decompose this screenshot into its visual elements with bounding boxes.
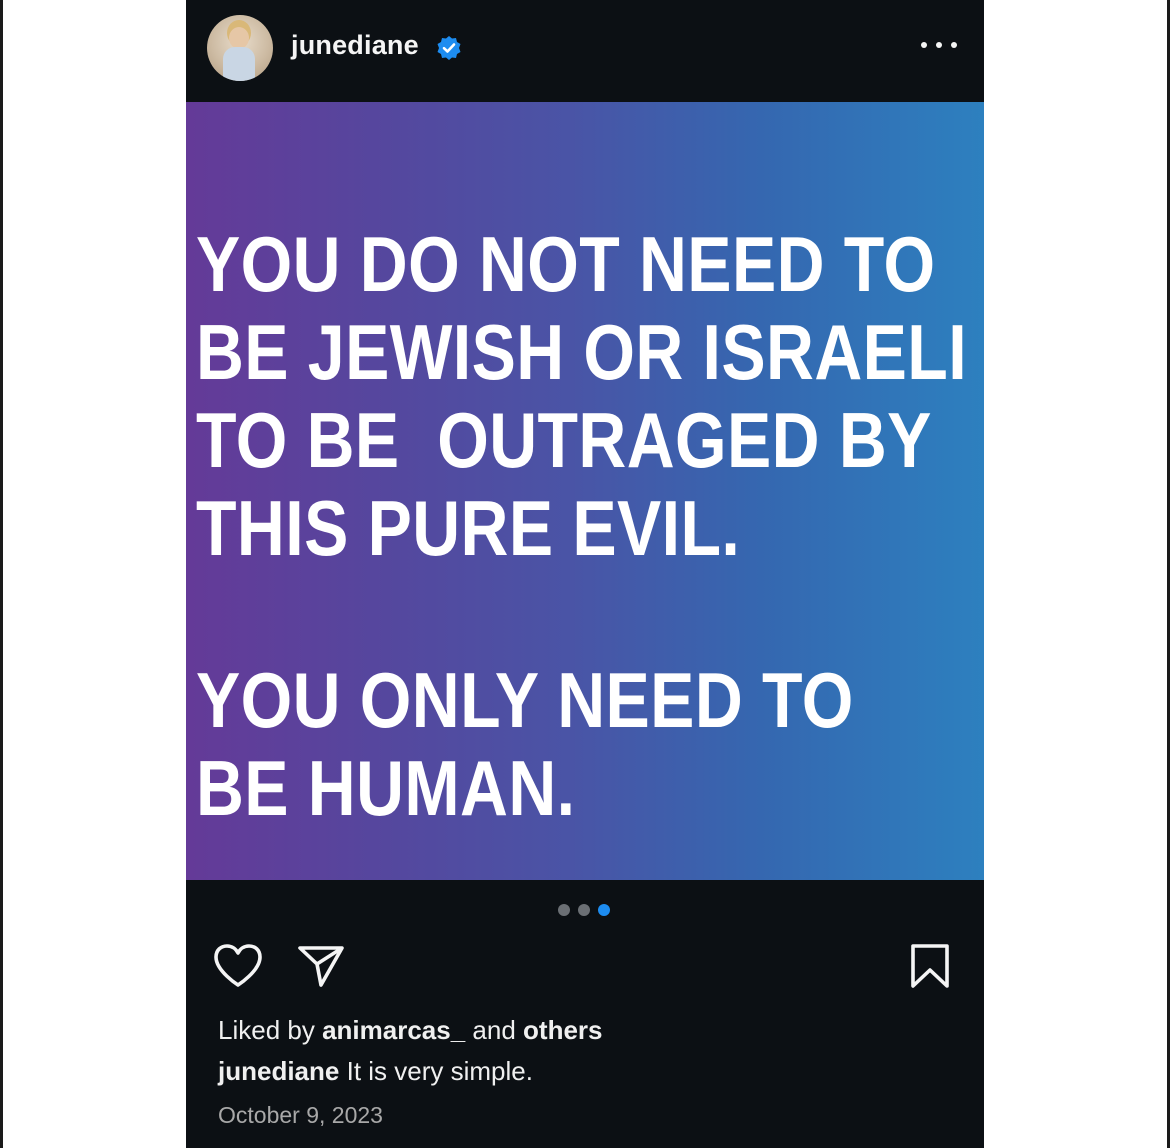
verified-badge-icon <box>437 36 461 60</box>
avatar[interactable] <box>207 15 273 81</box>
caption-text: It is very simple. <box>346 1056 533 1086</box>
image-text-line: YOU DO NOT NEED TO <box>196 220 936 308</box>
send-icon[interactable] <box>297 943 345 989</box>
post-header: junediane <box>186 0 984 102</box>
image-text-line: BE JEWISH OR ISRAELI <box>196 308 968 396</box>
avatar-body <box>223 47 255 81</box>
post-date: October 9, 2023 <box>218 1102 383 1128</box>
more-dot <box>951 42 957 48</box>
image-text-line: BE HUMAN. <box>196 744 576 832</box>
caption-username[interactable]: junediane <box>218 1056 339 1086</box>
image-text-line: TO BE OUTRAGED BY <box>196 396 932 484</box>
liked-by-user[interactable]: animarcas_ <box>322 1015 465 1045</box>
likes-summary[interactable]: Liked by animarcas_ and others <box>218 1015 603 1046</box>
likes-prefix: Liked by <box>218 1015 315 1045</box>
more-dot <box>936 42 942 48</box>
more-options-icon[interactable] <box>921 30 957 60</box>
likes-others[interactable]: others <box>523 1015 602 1045</box>
carousel-indicator <box>558 904 610 916</box>
heart-icon[interactable] <box>213 943 263 989</box>
frame-border-left <box>0 0 3 1148</box>
more-dot <box>921 42 927 48</box>
image-text-line: YOU ONLY NEED TO <box>196 656 854 744</box>
post-image[interactable]: YOU DO NOT NEED TO BE JEWISH OR ISRAELI TO… <box>186 102 984 880</box>
image-text-block-1: YOU DO NOT NEED TO BE JEWISH OR ISRAELI TO… <box>196 220 968 572</box>
bookmark-icon[interactable] <box>908 943 952 989</box>
carousel-dot-active[interactable] <box>598 904 610 916</box>
screenshot-frame: junediane YOU DO NOT NEED TO BE JEWISH OR… <box>0 0 1170 1148</box>
carousel-dot[interactable] <box>558 904 570 916</box>
post-caption: junediane It is very simple. <box>218 1056 533 1087</box>
post-username[interactable]: junediane <box>291 30 419 61</box>
image-text-line: THIS PURE EVIL. <box>196 484 741 572</box>
instagram-post: junediane YOU DO NOT NEED TO BE JEWISH OR… <box>186 0 984 1148</box>
carousel-dot[interactable] <box>578 904 590 916</box>
avatar-head <box>229 27 249 49</box>
likes-middle: and <box>472 1015 516 1045</box>
image-text-block-2: YOU ONLY NEED TO BE HUMAN. <box>196 656 859 832</box>
